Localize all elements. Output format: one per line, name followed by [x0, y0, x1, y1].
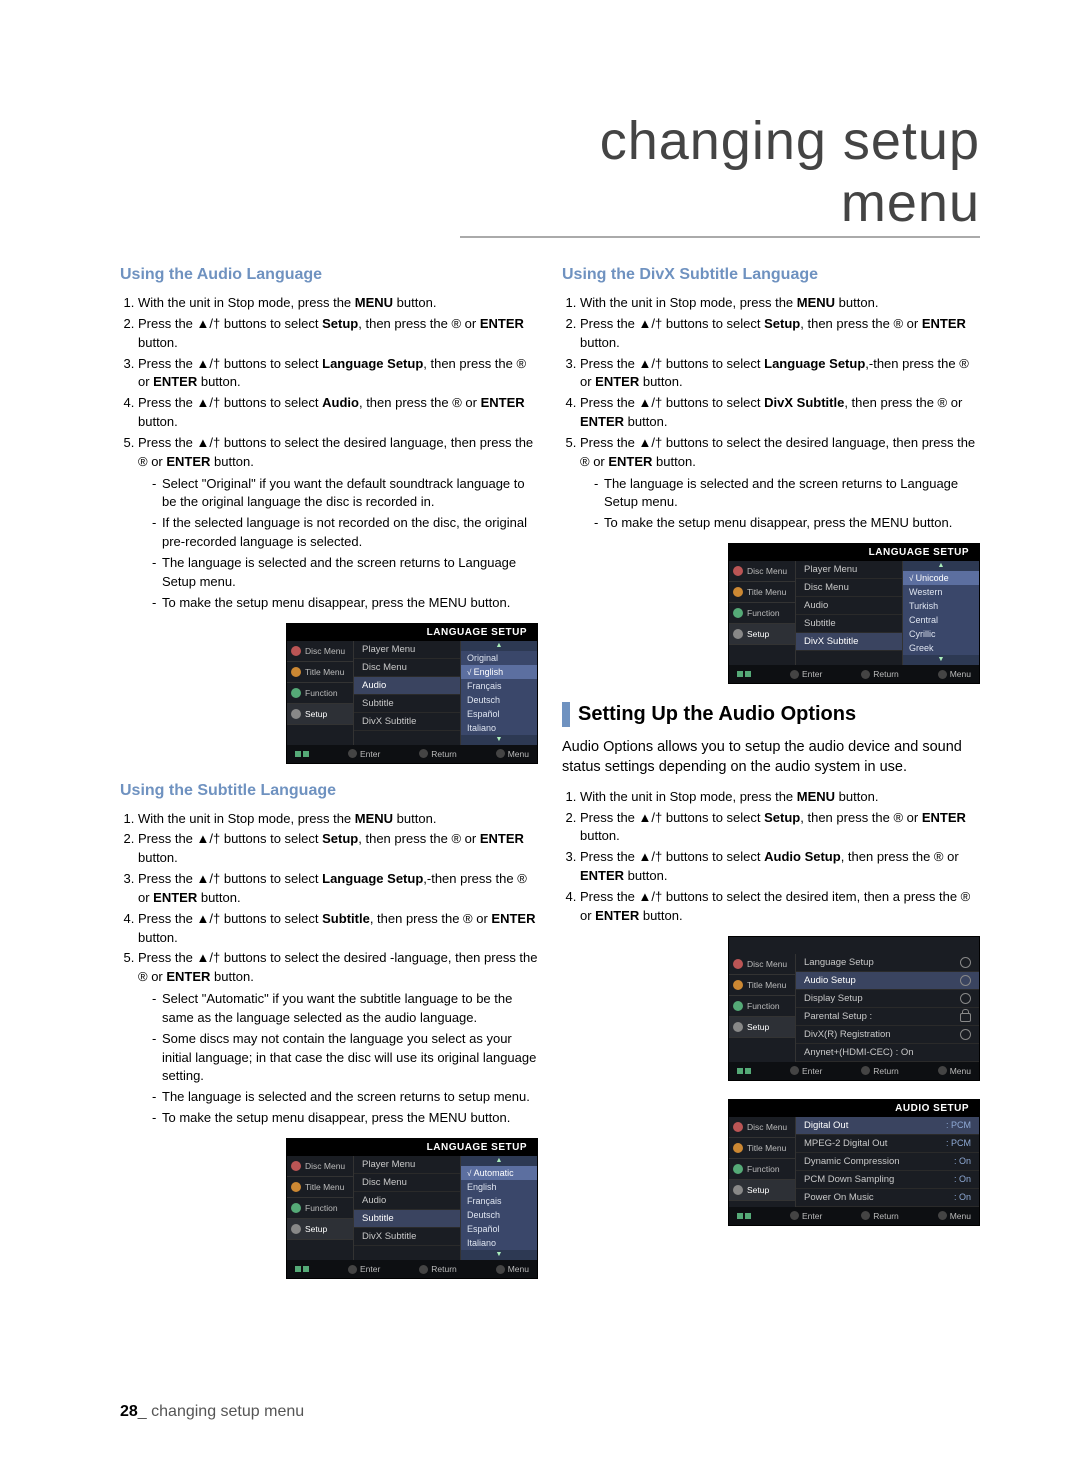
manual-page: changing setup menu Using the Audio Lang… [0, 0, 1080, 1461]
osd-language-subtitle: LANGUAGE SETUP Disc Menu Title Menu Func… [286, 1138, 538, 1279]
intro-audio-options: Audio Options allows you to setup the au… [562, 737, 980, 778]
gear-icon [960, 1029, 971, 1040]
gear-icon [960, 975, 971, 986]
steps-subtitle-language: With the unit in Stop mode, press the ME… [120, 810, 538, 1129]
osd-setup-root: . Disc Menu Title Menu Function Setup La… [728, 936, 980, 1081]
page-footer: 28_ changing setup menu [120, 1403, 304, 1421]
osd-language-audio: LANGUAGE SETUP Disc Menu Title Menu Func… [286, 623, 538, 764]
gear-icon [960, 957, 971, 968]
right-column: Using the DivX Subtitle Language With th… [562, 260, 980, 1297]
steps-divx-subtitle: With the unit in Stop mode, press the ME… [562, 294, 980, 533]
heading-subtitle-language: Using the Subtitle Language [120, 782, 538, 800]
heading-audio-language: Using the Audio Language [120, 266, 538, 284]
gear-icon [960, 993, 971, 1004]
footer-text: changing setup menu [151, 1403, 304, 1420]
heading-divx-subtitle: Using the DivX Subtitle Language [562, 266, 980, 284]
heading-audio-options: Setting Up the Audio Options [562, 702, 980, 727]
chapter-title: changing setup menu [460, 110, 980, 238]
osd-audio-setup: AUDIO SETUP Disc Menu Title Menu Functio… [728, 1099, 980, 1226]
page-number: 28 [120, 1403, 138, 1420]
lock-icon [960, 1013, 971, 1022]
steps-audio-options: With the unit in Stop mode, press the ME… [562, 788, 980, 926]
left-column: Using the Audio Language With the unit i… [120, 260, 538, 1297]
steps-audio-language: With the unit in Stop mode, press the ME… [120, 294, 538, 613]
osd-language-divx: LANGUAGE SETUP Disc Menu Title Menu Func… [728, 543, 980, 684]
